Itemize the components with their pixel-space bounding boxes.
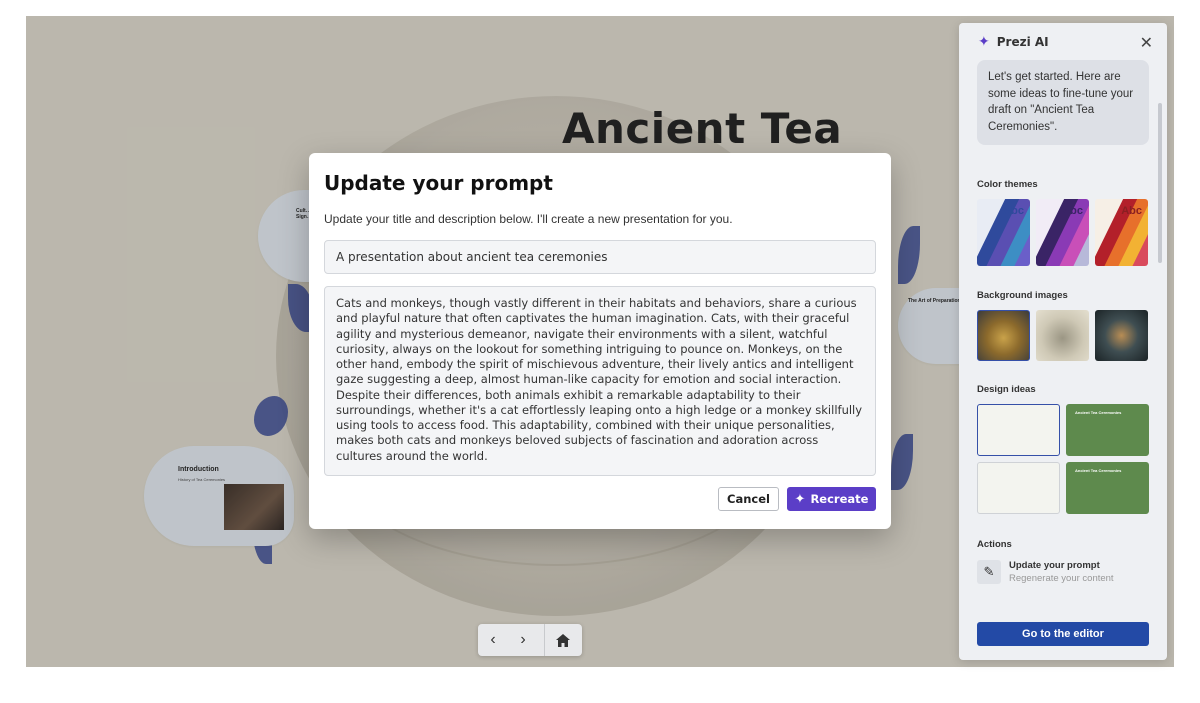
home-icon[interactable] bbox=[548, 624, 578, 656]
sparkle-icon: ✦ bbox=[794, 491, 806, 507]
panel-header: ✦ Prezi AI bbox=[978, 33, 1049, 50]
panel-title: Prezi AI bbox=[996, 34, 1049, 49]
color-theme-blue[interactable]: Abc bbox=[977, 199, 1030, 266]
recreate-button[interactable]: ✦ Recreate bbox=[787, 487, 876, 511]
background-image-tea-set[interactable] bbox=[1036, 310, 1089, 361]
color-theme-warm[interactable]: Abc bbox=[1095, 199, 1148, 266]
chevron-left-icon[interactable]: ‹ bbox=[478, 624, 508, 656]
prezi-ai-panel: ✦ Prezi AI ✕ Let's get started. Here are… bbox=[959, 23, 1167, 660]
update-prompt-dialog: Update your prompt Update your title and… bbox=[309, 153, 891, 529]
pencil-icon: ✎ bbox=[977, 560, 1001, 584]
action-subtitle: Regenerate your content bbox=[1009, 573, 1114, 584]
go-to-editor-button[interactable]: Go to the editor bbox=[977, 622, 1149, 646]
presentation-nav: ‹ › bbox=[478, 624, 582, 656]
prompt-title-input[interactable]: A presentation about ancient tea ceremon… bbox=[324, 240, 876, 274]
prompt-description-textarea[interactable]: Cats and monkeys, though vastly differen… bbox=[324, 286, 876, 476]
background-image-night[interactable] bbox=[1095, 310, 1148, 361]
design-idea-green-1[interactable]: Ancient Tea Ceremonies bbox=[1066, 404, 1149, 456]
theme-sample-text: Abc bbox=[1003, 205, 1024, 217]
color-theme-purple[interactable]: Abc bbox=[1036, 199, 1089, 266]
color-themes-label: Color themes bbox=[977, 179, 1038, 190]
design-thumb-title: Ancient Tea Ceremonies bbox=[1075, 468, 1122, 473]
dialog-actions: Cancel ✦ Recreate bbox=[718, 487, 876, 511]
dialog-title: Update your prompt bbox=[324, 171, 553, 195]
theme-sample-text: Abc bbox=[1121, 205, 1142, 217]
design-ideas-label: Design ideas bbox=[977, 384, 1036, 395]
nav-divider bbox=[544, 624, 545, 656]
update-prompt-action[interactable]: ✎ Update your prompt Regenerate your con… bbox=[977, 560, 1114, 584]
panel-scrollbar[interactable] bbox=[1158, 103, 1162, 263]
recreate-button-label: Recreate bbox=[810, 492, 869, 506]
background-image-tea-tray[interactable] bbox=[977, 310, 1030, 361]
design-thumb-title: Ancient Tea Ceremonies bbox=[1075, 410, 1122, 415]
actions-label: Actions bbox=[977, 539, 1012, 550]
dialog-description: Update your title and description below.… bbox=[324, 212, 733, 226]
close-icon[interactable]: ✕ bbox=[1140, 33, 1153, 53]
design-idea-light-1[interactable] bbox=[977, 404, 1060, 456]
design-idea-green-2[interactable]: Ancient Tea Ceremonies bbox=[1066, 462, 1149, 514]
design-idea-light-2[interactable] bbox=[977, 462, 1060, 514]
cancel-button[interactable]: Cancel bbox=[718, 487, 779, 511]
sparkle-icon: ✦ bbox=[978, 33, 990, 49]
background-images-label: Background images bbox=[977, 290, 1068, 301]
theme-sample-text: Abc bbox=[1062, 205, 1083, 217]
ai-message: Let's get started. Here are some ideas t… bbox=[977, 60, 1149, 145]
chevron-right-icon[interactable]: › bbox=[508, 624, 538, 656]
action-title: Update your prompt bbox=[1009, 560, 1100, 571]
